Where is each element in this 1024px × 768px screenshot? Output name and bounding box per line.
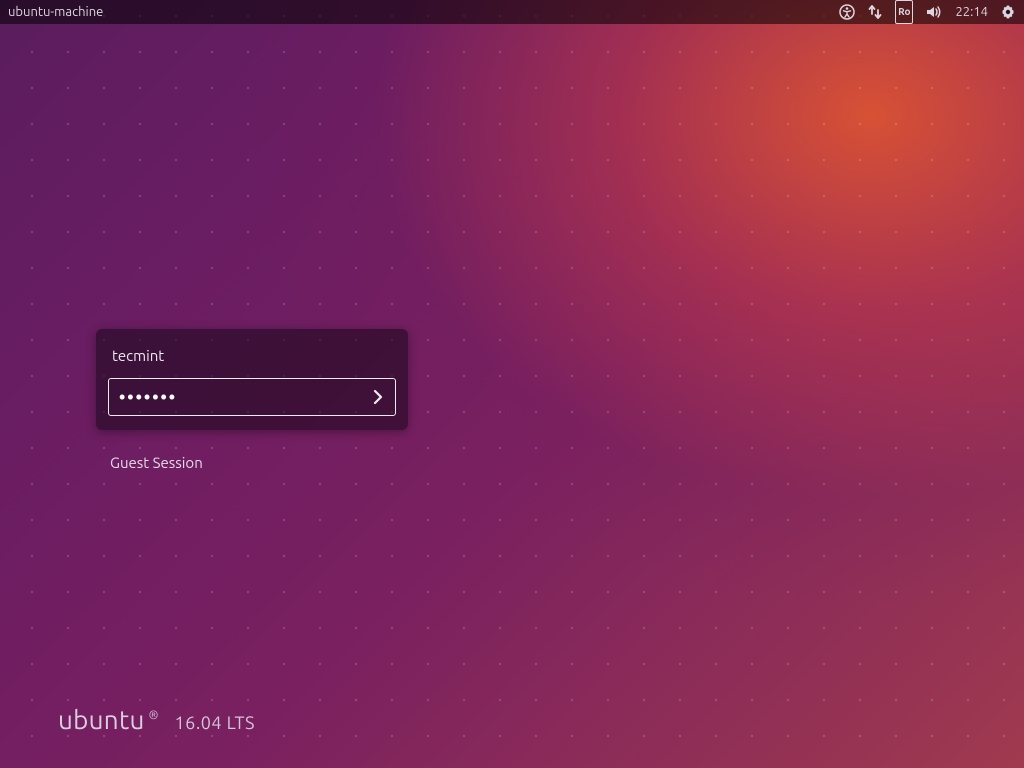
login-box: tecmint [96,329,408,430]
guest-session-option[interactable]: Guest Session [110,454,203,471]
hostname-label: ubuntu-machine [8,5,103,19]
password-input[interactable] [109,379,361,415]
brand-name: ubuntu [58,705,145,734]
registered-mark: ® [149,709,159,722]
password-field-wrap [108,378,396,416]
indicator-area: Ro 22:14 [839,0,1016,24]
network-icon[interactable] [867,0,883,24]
brand-version: 16.04 LTS [175,713,255,733]
accessibility-icon[interactable] [839,0,855,24]
selected-username[interactable]: tecmint [108,347,396,378]
keyboard-layout-indicator[interactable]: Ro [895,0,913,24]
chevron-right-icon [369,388,387,406]
login-submit-button[interactable] [361,379,395,415]
top-panel: ubuntu-machine Ro 22:14 [0,0,1024,24]
sound-icon[interactable] [925,0,943,24]
clock-label[interactable]: 22:14 [955,0,988,24]
system-gear-icon[interactable] [1000,0,1016,24]
distro-brand: ubuntu ® 16.04 LTS [58,705,255,734]
